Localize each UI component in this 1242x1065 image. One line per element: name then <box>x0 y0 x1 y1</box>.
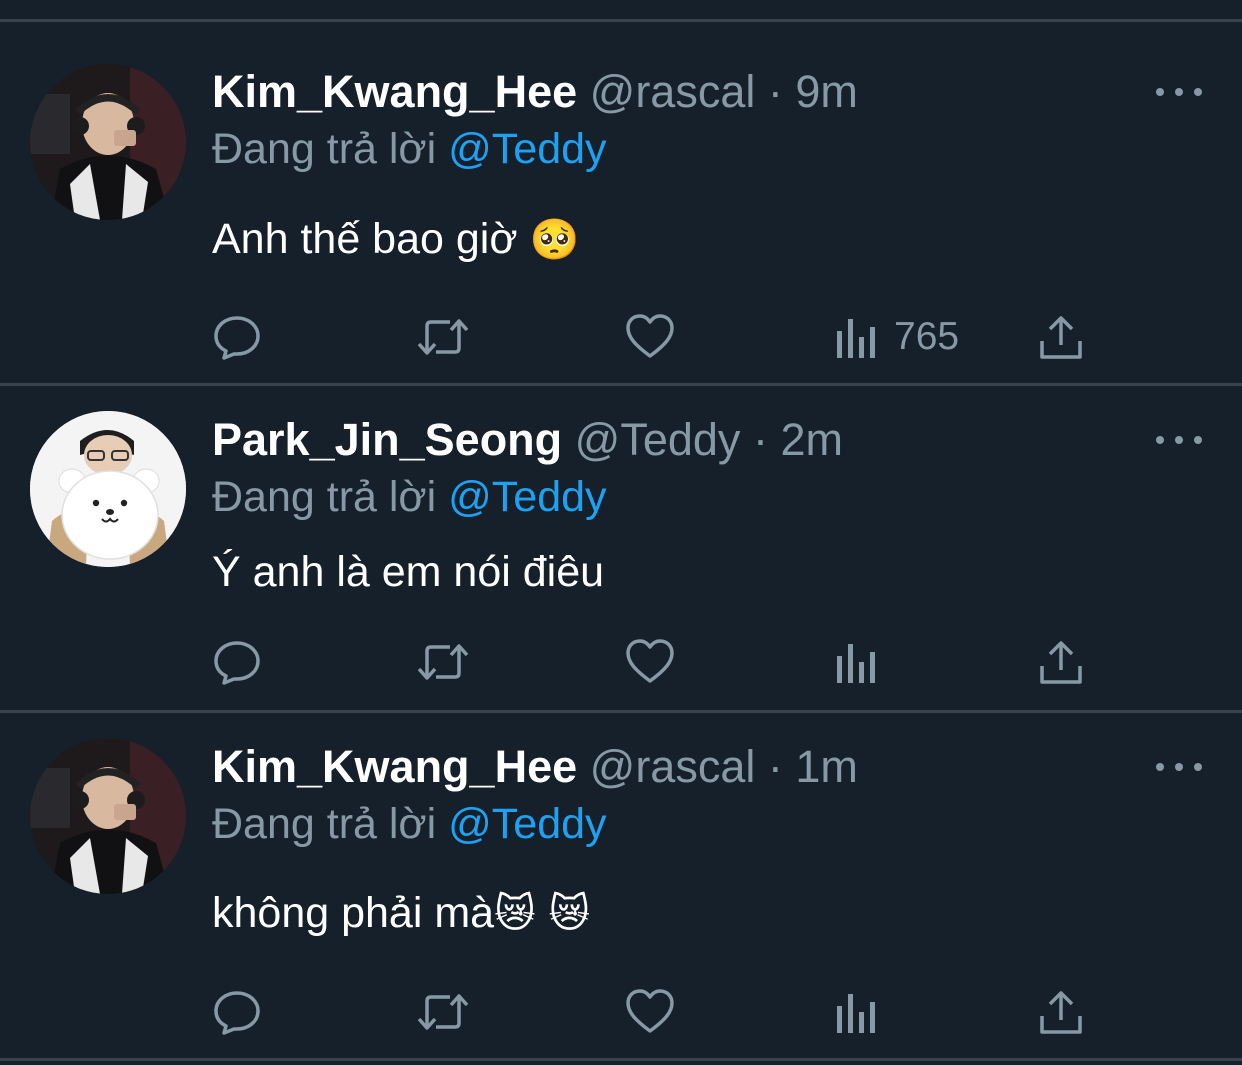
retweet-icon <box>417 994 469 1030</box>
reply-prefix: Đang trả lời <box>212 473 437 521</box>
share-button[interactable] <box>1038 985 1084 1039</box>
retweet-icon <box>417 319 469 355</box>
tweet-text-content: Anh thế bao giờ <box>212 215 518 263</box>
reply-button[interactable] <box>212 310 262 364</box>
separator-dot: · <box>752 414 768 465</box>
reply-icon <box>214 641 260 685</box>
display-name[interactable]: Kim_Kwang_Hee <box>212 741 577 792</box>
share-icon <box>1040 641 1082 684</box>
tweet-header: Kim_Kwang_Hee @rascal · 1m <box>212 740 858 794</box>
timestamp[interactable]: 2m <box>780 414 843 465</box>
tweet-text: không phải mà😿 😿 <box>212 887 590 940</box>
action-bar <box>0 635 1242 689</box>
plush-bear-avatar <box>30 411 186 567</box>
tweet-header: Kim_Kwang_Hee @rascal · 9m <box>212 65 858 119</box>
user-handle[interactable]: @rascal <box>590 66 756 117</box>
more-icon[interactable] <box>1156 82 1202 102</box>
tweet-text-content: không phải mà <box>212 889 495 937</box>
reply-context: Đang trả lời @Teddy <box>212 798 607 850</box>
views-button[interactable] <box>836 635 876 689</box>
tweet-text: Anh thế bao giờ 🥺 <box>212 213 579 266</box>
retweet-icon <box>417 644 469 680</box>
tweet[interactable]: Kim_Kwang_Hee @rascal · 9m Đang trả lời … <box>0 22 1242 384</box>
reply-button[interactable] <box>212 985 262 1039</box>
like-button[interactable] <box>625 635 675 689</box>
player-photo-avatar <box>30 738 186 894</box>
tweet-feed: Kim_Kwang_Hee @rascal · 9m Đang trả lời … <box>0 0 1242 1065</box>
reply-context: Đang trả lời @Teddy <box>212 471 607 523</box>
reply-prefix: Đang trả lời <box>212 125 437 173</box>
views-button[interactable] <box>836 985 876 1039</box>
views-count: 765 <box>894 315 960 358</box>
timestamp[interactable]: 9m <box>795 66 858 117</box>
like-icon <box>626 639 674 683</box>
more-icon[interactable] <box>1156 430 1202 450</box>
avatar[interactable] <box>30 738 186 894</box>
action-bar <box>0 985 1242 1039</box>
tweet[interactable]: Kim_Kwang_Hee @rascal · 1m Đang trả lời … <box>0 713 1242 1058</box>
share-button[interactable] <box>1038 635 1084 689</box>
pleading-face-emoji: 🥺 <box>529 217 580 263</box>
like-button[interactable] <box>625 310 675 364</box>
more-icon[interactable] <box>1156 757 1202 777</box>
crying-cat-emoji: 😿 😿 <box>494 891 591 937</box>
separator-dot: · <box>767 66 783 117</box>
display-name[interactable]: Park_Jin_Seong <box>212 414 562 465</box>
action-bar: 765 <box>0 310 1242 364</box>
reply-mention-link[interactable]: @Teddy <box>448 473 606 521</box>
views-icon <box>837 994 875 1033</box>
reply-prefix: Đang trả lời <box>212 800 437 848</box>
share-icon <box>1040 316 1082 359</box>
separator-dot: · <box>767 741 783 792</box>
avatar[interactable] <box>30 64 186 220</box>
reply-icon <box>214 316 260 360</box>
avatar[interactable] <box>30 411 186 567</box>
tweet[interactable]: Park_Jin_Seong @Teddy · 2m Đang trả lời … <box>0 386 1242 710</box>
retweet-button[interactable] <box>416 310 470 364</box>
like-button[interactable] <box>625 985 675 1039</box>
views-icon <box>837 644 875 683</box>
share-icon <box>1040 991 1082 1034</box>
retweet-button[interactable] <box>416 635 470 689</box>
reply-mention-link[interactable]: @Teddy <box>448 125 606 173</box>
like-icon <box>626 989 674 1033</box>
user-handle[interactable]: @Teddy <box>575 414 741 465</box>
retweet-button[interactable] <box>416 985 470 1039</box>
display-name[interactable]: Kim_Kwang_Hee <box>212 66 577 117</box>
tweet-text-content: Ý anh là em nói điêu <box>212 548 605 596</box>
reply-context: Đang trả lời @Teddy <box>212 123 607 175</box>
reply-icon <box>214 991 260 1035</box>
views-icon <box>837 319 875 358</box>
player-photo-avatar <box>30 64 186 220</box>
like-icon <box>626 314 674 358</box>
reply-mention-link[interactable]: @Teddy <box>448 800 606 848</box>
bottom-divider <box>0 1058 1242 1061</box>
user-handle[interactable]: @rascal <box>590 741 756 792</box>
reply-button[interactable] <box>212 635 262 689</box>
share-button[interactable] <box>1038 310 1084 364</box>
tweet-text: Ý anh là em nói điêu <box>212 546 604 598</box>
timestamp[interactable]: 1m <box>795 741 858 792</box>
views-button[interactable]: 765 <box>836 310 959 364</box>
tweet-header: Park_Jin_Seong @Teddy · 2m <box>212 413 843 467</box>
